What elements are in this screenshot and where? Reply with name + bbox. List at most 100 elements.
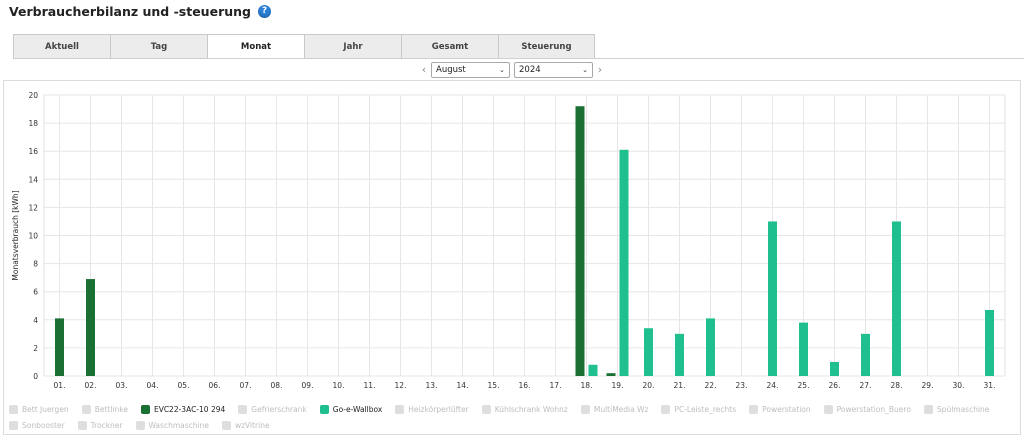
legend-label: Kühlschrank Wohnz xyxy=(494,405,568,414)
tab-tag[interactable]: Tag xyxy=(110,34,207,59)
x-tick-label: 11. xyxy=(364,381,376,390)
legend-label: MultiMedia Wz xyxy=(593,405,649,414)
month-select-value: August xyxy=(436,64,466,75)
bar-go-e-wallbox xyxy=(588,364,598,376)
legend-item[interactable]: Waschmaschine xyxy=(135,420,209,431)
bar-evc22-3ac-10-294 xyxy=(86,279,95,376)
x-tick-label: 30. xyxy=(953,381,965,390)
x-tick-label: 13. xyxy=(426,381,438,390)
x-tick-label: 09. xyxy=(302,381,314,390)
legend-item[interactable]: Powerstation xyxy=(749,404,811,415)
legend-swatch xyxy=(238,405,248,414)
y-tick-label: 2 xyxy=(33,344,38,353)
bar-go-e-wallbox xyxy=(675,333,684,376)
legend-item[interactable]: Bettlinke xyxy=(81,404,128,415)
chevron-down-icon: ⌄ xyxy=(582,65,588,74)
legend-label: Bett Juergen xyxy=(22,405,69,414)
legend-item[interactable]: Powerstation_Buero xyxy=(823,404,911,415)
legend-item[interactable]: Go-e-Wallbox xyxy=(319,404,382,415)
tab-monat[interactable]: Monat xyxy=(207,34,304,59)
legend-swatch xyxy=(140,405,150,414)
x-tick-label: 01. xyxy=(54,381,66,390)
tab-aktuell[interactable]: Aktuell xyxy=(13,34,110,59)
tab-divider xyxy=(13,58,1024,59)
y-tick-label: 10 xyxy=(28,232,38,241)
y-tick-label: 8 xyxy=(33,260,38,269)
legend-swatch xyxy=(77,421,87,430)
tab-jahr[interactable]: Jahr xyxy=(304,34,401,59)
chart-panel: 0 2 4 6 8 10 12 14 16 18 20 01. 02. 03. 04. 05. 06. 07. 08… xyxy=(3,80,1021,435)
chevron-left-icon[interactable]: ‹ xyxy=(419,61,429,78)
x-tick-label: 15. xyxy=(488,381,500,390)
bar-go-e-wallbox xyxy=(985,309,994,376)
x-tick-label: 25. xyxy=(798,381,810,390)
legend-label: EVC22-3AC-10 294 xyxy=(153,405,226,414)
month-select[interactable]: August ⌄ xyxy=(431,61,510,78)
year-select[interactable]: 2024 ⌄ xyxy=(514,61,593,78)
x-tick-label: 16. xyxy=(519,381,531,390)
x-tick-label: 12. xyxy=(395,381,407,390)
legend-item[interactable]: EVC22-3AC-10 294 xyxy=(140,404,226,415)
y-tick-label: 16 xyxy=(28,147,38,156)
legend-label: Powerstation xyxy=(762,405,811,414)
legend-swatch xyxy=(9,421,18,430)
help-icon[interactable]: ? xyxy=(257,4,271,18)
legend-swatch xyxy=(749,405,759,414)
legend-label: wzVitrine xyxy=(234,421,270,430)
tab-gesamt[interactable]: Gesamt xyxy=(401,34,498,59)
x-tick-label: 20. xyxy=(643,381,655,390)
y-tick-label: 4 xyxy=(33,316,38,325)
legend-item[interactable]: wzVitrine xyxy=(221,420,270,431)
page-title: Verbraucherbilanz und -steuerung xyxy=(9,3,251,19)
x-tick-label: 23. xyxy=(736,381,748,390)
legend-swatch xyxy=(9,405,18,414)
tab-steuerung[interactable]: Steuerung xyxy=(498,34,595,59)
chart-legend: Bett Juergen Bettlinke EVC22-3AC-10 294 Gef… xyxy=(9,404,1009,431)
x-tick-label: 26. xyxy=(829,381,841,390)
bar-go-e-wallbox xyxy=(644,328,653,376)
y-tick-label: 14 xyxy=(28,175,38,184)
legend-item[interactable]: MultiMedia Wz xyxy=(580,404,649,415)
bar-go-e-wallbox xyxy=(892,221,901,376)
x-tick-label: 22. xyxy=(705,381,717,390)
x-tick-label: 27. xyxy=(860,381,872,390)
bar-go-e-wallbox xyxy=(799,322,808,376)
chevron-right-icon[interactable]: › xyxy=(595,61,605,78)
legend-item[interactable]: PC-Leiste_rechts xyxy=(661,404,736,415)
tab-bar: Aktuell Tag Monat Jahr Gesamt Steuerung xyxy=(13,34,595,59)
bar-go-e-wallbox xyxy=(830,361,839,376)
legend-item[interactable]: Spülmaschine xyxy=(923,404,990,415)
legend-label: Spülmaschine xyxy=(936,405,990,414)
legend-item[interactable]: Trockner xyxy=(77,420,123,431)
y-axis-label: Monatsverbrauch [kWh] xyxy=(11,190,20,280)
legend-swatch xyxy=(319,405,329,414)
y-tick-label: 0 xyxy=(33,372,38,381)
period-selectors: ‹ August ⌄ 2024 ⌄ › xyxy=(419,61,605,78)
x-tick-label: 08. xyxy=(271,381,283,390)
x-tick-label: 31. xyxy=(984,381,996,390)
legend-label: Heizkörperlüfter xyxy=(408,405,469,414)
legend-label: Powerstation_Buero xyxy=(836,405,911,414)
year-select-value: 2024 xyxy=(519,64,541,75)
legend-item[interactable]: Sonbooster xyxy=(9,420,65,431)
y-tick-label: 20 xyxy=(28,91,38,100)
legend-swatch xyxy=(221,421,231,430)
legend-swatch xyxy=(923,405,933,414)
x-tick-label: 10. xyxy=(333,381,345,390)
bar-evc22-3ac-10-294 xyxy=(606,373,616,376)
bar-go-e-wallbox xyxy=(619,149,629,376)
bar-go-e-wallbox xyxy=(706,318,715,376)
x-tick-label: 28. xyxy=(891,381,903,390)
x-tick-label: 03. xyxy=(116,381,128,390)
legend-item[interactable]: Heizkörperlüfter xyxy=(395,404,469,415)
x-tick-label: 18. xyxy=(581,381,593,390)
legend-item[interactable]: Kühlschrank Wohnz xyxy=(481,404,568,415)
x-tick-label: 24. xyxy=(767,381,779,390)
legend-item[interactable]: Gefrierschrank xyxy=(238,404,307,415)
monthly-consumption-chart: 0 2 4 6 8 10 12 14 16 18 20 01. 02. 03. 04. 05. 06. 07. 08… xyxy=(11,91,1006,390)
legend-item[interactable]: Bett Juergen xyxy=(9,404,69,415)
legend-swatch xyxy=(481,405,491,414)
legend-label: Bettlinke xyxy=(94,405,128,414)
x-tick-label: 14. xyxy=(457,381,469,390)
legend-label: Gefrierschrank xyxy=(251,405,307,414)
